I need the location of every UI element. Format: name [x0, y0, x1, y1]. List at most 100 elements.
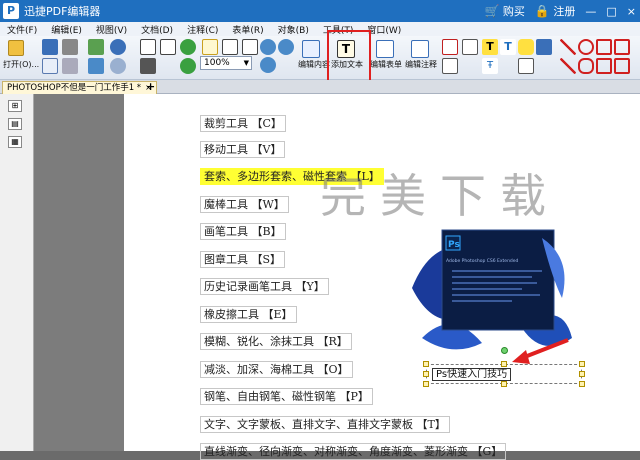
measure-button[interactable] [442, 58, 458, 74]
zoom-in-button[interactable] [260, 39, 276, 55]
watermark-text: 完美下载 [320, 169, 560, 223]
export-button[interactable] [88, 58, 104, 74]
email-button[interactable] [42, 58, 58, 74]
bookmarks-panel-button[interactable]: ⊞ [8, 100, 22, 112]
menu-object[interactable]: 对象(B) [271, 23, 316, 36]
splash-text-bar [452, 300, 512, 302]
resize-handle[interactable] [423, 371, 429, 377]
typewriter-icon: T [482, 39, 498, 55]
line-tool-button[interactable] [560, 39, 576, 55]
buy-button[interactable]: 🛒 购买 [484, 3, 524, 19]
actual-size-button[interactable] [242, 39, 258, 55]
strikeout-button[interactable]: Ŧ [482, 58, 498, 74]
document-line[interactable]: 直线渐变、径向渐变、对称渐变、角度渐变、菱形渐变 【G】 [200, 443, 507, 460]
fit-width-button[interactable] [222, 39, 238, 55]
rectangle-tool-button[interactable] [614, 39, 630, 55]
save-button[interactable] [42, 39, 58, 55]
select-tool-button[interactable] [160, 39, 176, 55]
cloud-tool-button[interactable] [578, 58, 594, 74]
arrow-tool-button[interactable] [560, 58, 576, 74]
document-line[interactable]: 钢笔、自由钢笔、磁性钢笔 【P】 [200, 388, 373, 405]
resize-handle[interactable] [579, 361, 585, 367]
edit-content-button[interactable] [302, 40, 320, 58]
typewriter-button[interactable]: T [482, 39, 498, 55]
resize-handle[interactable] [501, 381, 507, 387]
edit-form-label: 编辑表单 [370, 60, 402, 69]
snapshot-button[interactable] [140, 58, 156, 74]
speaker-icon [536, 39, 552, 55]
cloud-icon [578, 58, 594, 74]
register-label: 注册 [553, 5, 576, 18]
edit-annotation-button[interactable] [411, 40, 429, 58]
menu-edit[interactable]: 编辑(E) [44, 23, 89, 36]
register-button[interactable]: 🔒 注册 [535, 3, 575, 19]
menu-comment[interactable]: 注释(C) [180, 23, 225, 36]
document-line[interactable]: 减淡、加深、海棉工具 【O】 [200, 361, 353, 378]
document-line[interactable]: 裁剪工具 【C】 [200, 115, 286, 132]
redo-button[interactable] [110, 58, 126, 74]
link-button[interactable] [462, 39, 478, 55]
line-icon [560, 39, 576, 55]
close-button[interactable]: × [627, 5, 636, 18]
resize-handle[interactable] [423, 381, 429, 387]
rotate-button[interactable] [180, 39, 196, 55]
edit-form-button[interactable] [376, 40, 394, 58]
zoom-plus-button[interactable] [260, 57, 276, 73]
tab-label: PHOTOSHOP不但是一门工作手1 * [7, 83, 142, 93]
tab-document[interactable]: PHOTOSHOP不但是一门工作手1 * × [2, 81, 157, 94]
polygon-tool-button[interactable] [596, 39, 612, 55]
hand-tool-button[interactable] [140, 39, 156, 55]
attach-button[interactable] [518, 58, 534, 74]
hand-icon [140, 39, 156, 55]
refresh-icon [180, 58, 196, 74]
rotate-handle[interactable] [501, 347, 508, 354]
circle-tool-button[interactable] [578, 39, 594, 55]
document-line[interactable]: 图章工具 【S】 [200, 251, 286, 268]
undo-button[interactable] [110, 39, 126, 55]
attachments-panel-button[interactable]: ▦ [8, 136, 22, 148]
menu-view[interactable]: 视图(V) [89, 23, 134, 36]
print-button[interactable] [62, 39, 78, 55]
scan-button[interactable] [62, 58, 78, 74]
zoom-select[interactable]: 100% ▼ [200, 56, 252, 70]
document-line[interactable]: 文字、文字蒙板、直排文字、直排文字蒙板 【T】 [200, 416, 450, 433]
splash-text-bar [452, 294, 540, 296]
menu-form[interactable]: 表单(R) [225, 23, 270, 36]
import-icon [88, 39, 104, 55]
side-panel: ⊞ ▤ ▦ [0, 94, 34, 451]
callout-button[interactable] [518, 39, 534, 55]
ps-logo-text: Ps [448, 240, 460, 250]
document-line[interactable]: 历史记录画笔工具 【Y】 [200, 278, 329, 295]
textbox-button[interactable]: T [500, 39, 516, 55]
minimize-button[interactable]: — [585, 5, 596, 18]
resize-handle[interactable] [501, 361, 507, 367]
document-line[interactable]: 魔棒工具 【W】 [200, 196, 289, 213]
document-line[interactable]: 橡皮擦工具 【E】 [200, 306, 297, 323]
refresh-button[interactable] [180, 58, 196, 74]
export-icon [88, 58, 104, 74]
import-button[interactable] [88, 39, 104, 55]
folder-open-icon [8, 40, 24, 56]
zoom-in-icon [260, 39, 276, 55]
document-line[interactable]: 移动工具 【V】 [200, 141, 286, 158]
sound-button[interactable] [536, 39, 552, 55]
fit-page-button[interactable] [202, 39, 218, 55]
zoom-out-button[interactable] [278, 39, 294, 55]
added-text-box[interactable]: Ps快速入门技巧 [432, 368, 512, 381]
resize-handle[interactable] [579, 371, 585, 377]
pencil-icon [614, 58, 630, 74]
resize-handle[interactable] [579, 381, 585, 387]
menu-document[interactable]: 文档(D) [134, 23, 180, 36]
menu-file[interactable]: 文件(F) [0, 23, 44, 36]
document-line[interactable]: 画笔工具 【B】 [200, 223, 286, 240]
restore-button[interactable]: □ [606, 5, 616, 18]
resize-handle[interactable] [423, 361, 429, 367]
pages-panel-button[interactable]: ▤ [8, 118, 22, 130]
document-line[interactable]: 模糊、锐化、涂抹工具 【R】 [200, 333, 352, 350]
printer-icon [62, 39, 78, 55]
crop-button[interactable] [442, 39, 458, 55]
add-tab-button[interactable]: + [146, 81, 155, 93]
pencil-tool-button[interactable] [614, 58, 630, 74]
pentagon-tool-button[interactable] [596, 58, 612, 74]
open-button[interactable] [8, 40, 24, 56]
